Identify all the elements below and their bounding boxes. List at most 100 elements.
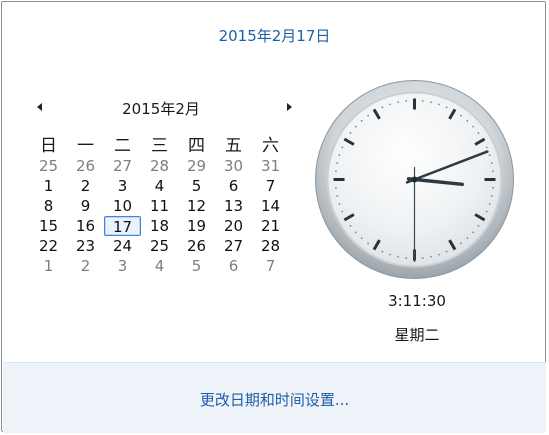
clock-center-hub — [411, 176, 418, 183]
calendar-day[interactable]: 6 — [215, 176, 252, 196]
full-date-link[interactable]: 2015年2月17日 — [2, 25, 547, 46]
calendar-day[interactable]: 28 — [141, 156, 178, 176]
minute-dot — [488, 203, 491, 205]
minute-dot — [477, 225, 480, 227]
calendar-day[interactable]: 5 — [178, 176, 215, 196]
calendar-day[interactable]: 15 — [30, 216, 67, 236]
minute-dot — [466, 237, 469, 240]
calendar-day[interactable]: 25 — [30, 156, 67, 176]
minute-dot — [405, 100, 408, 102]
calendar-day[interactable]: 26 — [178, 236, 215, 256]
minute-dot — [360, 237, 363, 240]
calendar-day[interactable]: 30 — [215, 156, 252, 176]
calendar-day[interactable]: 27 — [104, 156, 141, 176]
minute-dot — [488, 154, 491, 156]
minute-dot — [460, 114, 462, 117]
calendar-day[interactable]: 2 — [67, 256, 104, 276]
minute-dot — [430, 101, 432, 104]
analog-clock — [314, 79, 515, 280]
calendar-day[interactable]: 1 — [30, 176, 67, 196]
calendar-day[interactable]: 11 — [141, 196, 178, 216]
minute-dot — [354, 125, 357, 128]
minute-dot — [445, 250, 448, 253]
digital-time: 3:11:30 — [388, 292, 446, 310]
minute-dot — [445, 106, 448, 109]
minute-dot — [335, 186, 337, 189]
calendar-day[interactable]: 23 — [67, 236, 104, 256]
minute-dot — [354, 231, 357, 234]
minute-dot — [397, 255, 399, 258]
calendar-day[interactable]: 10 — [104, 196, 141, 216]
calendar-day[interactable]: 29 — [178, 156, 215, 176]
minute-dot — [389, 103, 391, 106]
minute-dot — [335, 170, 337, 173]
minute-dot — [490, 162, 493, 164]
minute-dot — [421, 100, 424, 102]
minute-dot — [466, 119, 469, 122]
calendar-day[interactable]: 28 — [252, 236, 289, 256]
weekday-label: 星期二 — [394, 326, 440, 344]
minute-dot — [349, 225, 352, 227]
calendar-day[interactable]: 12 — [178, 196, 215, 216]
minute-dot — [336, 162, 339, 164]
minute-dot — [367, 242, 369, 245]
calendar-day[interactable]: 6 — [215, 256, 252, 276]
minute-dot — [336, 195, 339, 197]
calendar-day[interactable]: 21 — [252, 216, 289, 236]
calendar-day[interactable]: 19 — [178, 216, 215, 236]
calendar-day[interactable]: 3 — [104, 256, 141, 276]
minute-dot — [485, 210, 488, 213]
clock-face-icon — [315, 80, 514, 279]
calendar-day[interactable]: 3 — [104, 176, 141, 196]
calendar-day-today[interactable]: 17 — [104, 216, 141, 236]
month-title[interactable]: 2015年2月 — [30, 98, 292, 119]
calendar-day[interactable]: 16 — [67, 216, 104, 236]
calendar-day[interactable]: 14 — [252, 196, 289, 216]
calendar-day[interactable]: 13 — [215, 196, 252, 216]
minute-dot — [421, 257, 424, 259]
minute-dot — [349, 132, 352, 134]
calendar-day[interactable]: 4 — [141, 176, 178, 196]
date-time-popup: 2015年2月17日 2015年2月 日一二三四五六 25 26 27 28 29 30 31… — [1, 1, 547, 433]
minute-dot — [492, 170, 494, 173]
calendar-day[interactable]: 8 — [30, 196, 67, 216]
minute-dot — [492, 186, 494, 189]
calendar-day[interactable]: 31 — [252, 156, 289, 176]
minute-dot — [430, 255, 432, 258]
minute-dot — [490, 195, 493, 197]
calendar-day[interactable]: 1 — [30, 256, 67, 276]
calendar-day[interactable]: 4 — [141, 256, 178, 276]
calendar-day[interactable]: 7 — [252, 256, 289, 276]
calendar-day[interactable]: 18 — [141, 216, 178, 236]
minute-dot — [477, 132, 480, 134]
minute-dot — [438, 253, 440, 256]
calendar-day[interactable]: 9 — [67, 196, 104, 216]
minute-dot — [341, 146, 344, 149]
minute-dot — [381, 250, 384, 253]
minute-dot — [397, 101, 399, 104]
calendar-day[interactable]: 25 — [141, 236, 178, 256]
minute-dot — [472, 125, 475, 128]
calendar-day[interactable]: 7 — [252, 176, 289, 196]
minute-dot — [405, 257, 408, 259]
minute-dot — [438, 103, 440, 106]
calendar-header: 2015年2月 — [30, 98, 292, 120]
minute-dot — [472, 231, 475, 234]
calendar-day[interactable]: 20 — [215, 216, 252, 236]
minute-dot — [381, 106, 384, 109]
minute-dot — [360, 119, 363, 122]
next-month-arrow-icon[interactable] — [282, 100, 296, 114]
minute-dot — [367, 114, 369, 117]
change-date-time-settings-link[interactable]: 更改日期和时间设置... — [3, 389, 546, 410]
footer-bar: 更改日期和时间设置... — [3, 362, 546, 433]
calendar-day[interactable]: 26 — [67, 156, 104, 176]
calendar-grid: 日一二三四五六 25 26 27 28 29 30 31 1 2 3 4 5 6 7 8 9 10 11 12 13 14… — [30, 136, 292, 276]
minute-dot — [460, 242, 462, 245]
minute-dot — [485, 146, 488, 149]
calendar-day[interactable]: 22 — [30, 236, 67, 256]
calendar-day[interactable]: 27 — [215, 236, 252, 256]
calendar-day[interactable]: 2 — [67, 176, 104, 196]
calendar-day[interactable]: 24 — [104, 236, 141, 256]
calendar-day[interactable]: 5 — [178, 256, 215, 276]
minute-dot — [338, 154, 341, 156]
